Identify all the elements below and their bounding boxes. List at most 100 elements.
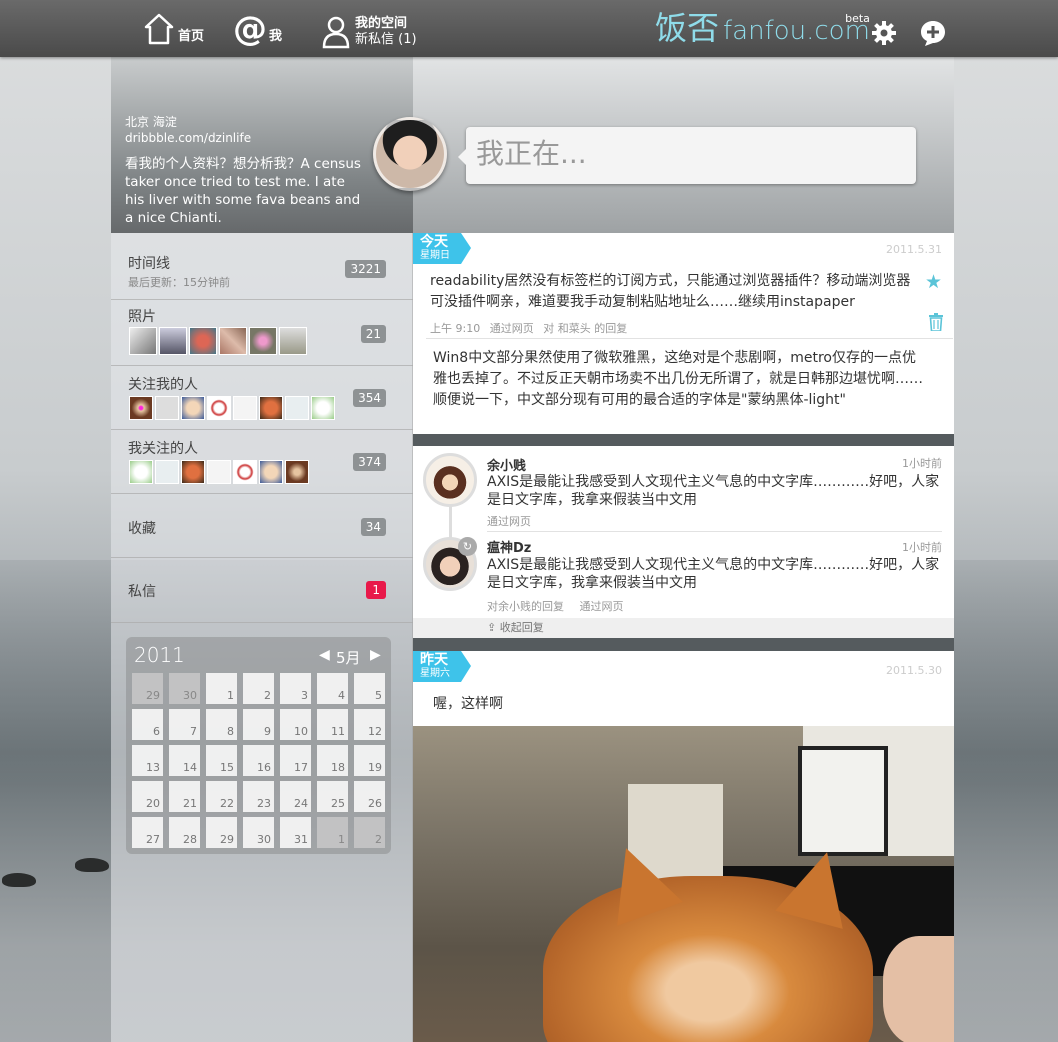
sidebar-item-photos[interactable]: 照片 21 (111, 300, 413, 366)
settings-gear-icon[interactable] (871, 20, 897, 46)
post-via[interactable]: 通过网页 (490, 322, 534, 335)
calendar-day[interactable]: 24 (280, 781, 311, 812)
calendar-prev-icon[interactable]: ◀ (319, 647, 330, 663)
duck-decoration (2, 873, 36, 887)
post-photo[interactable] (413, 726, 954, 1042)
reply-avatar[interactable] (423, 453, 477, 507)
calendar-day[interactable]: 31 (280, 817, 311, 848)
calendar-day[interactable]: 12 (354, 709, 385, 740)
calendar-day[interactable]: 23 (243, 781, 274, 812)
calendar-day[interactable]: 28 (169, 817, 200, 848)
post-time[interactable]: 上午 9:10 (430, 322, 480, 335)
status-input[interactable]: 我正在... (458, 127, 916, 184)
follower-avatar[interactable] (259, 396, 283, 420)
nav-home[interactable]: 首页 (143, 12, 204, 46)
reply-time: 1小时前 (902, 541, 942, 554)
sidebar-item-timeline[interactable]: 时间线 最后更新：15分钟前 3221 (111, 233, 413, 300)
calendar-day[interactable]: 26 (354, 781, 385, 812)
following-avatar[interactable] (207, 460, 231, 484)
follower-avatar[interactable] (181, 396, 205, 420)
following-avatar[interactable] (129, 460, 153, 484)
timeline-count-badge: 3221 (345, 260, 386, 278)
calendar-day[interactable]: 10 (280, 709, 311, 740)
calendar-day[interactable]: 2 (243, 673, 274, 704)
sidebar-item-favorites[interactable]: 收藏 34 (111, 494, 413, 558)
fanfou-logo[interactable]: 饭否 fanfou.com beta (655, 10, 870, 46)
calendar-day[interactable]: 8 (206, 709, 237, 740)
profile-url[interactable]: dribbble.com/dzinlife (125, 131, 251, 145)
calendar-day[interactable]: 2 (354, 817, 385, 848)
new-post-bubble-icon[interactable] (919, 19, 947, 47)
post-reply-to[interactable]: 对 和菜头 的回复 (543, 322, 627, 335)
calendar-widget: 2011 ◀ 5月 ▶ 29 30 1 2 3 4 5 6 7 8 9 10 11 12 13 14 15 16 1… (126, 637, 391, 854)
follower-avatar[interactable] (233, 396, 257, 420)
follower-avatar[interactable] (129, 396, 153, 420)
following-avatar[interactable] (259, 460, 283, 484)
calendar-day[interactable]: 15 (206, 745, 237, 776)
calendar-day[interactable]: 4 (317, 673, 348, 704)
reply-reply-to[interactable]: 对余小贱的回复 (487, 600, 564, 613)
calendar-day[interactable]: 22 (206, 781, 237, 812)
calendar-day[interactable]: 29 (206, 817, 237, 848)
collapse-label: 收起回复 (499, 621, 544, 634)
following-avatar[interactable] (155, 460, 179, 484)
calendar-day[interactable]: 30 (243, 817, 274, 848)
calendar-day[interactable]: 27 (132, 817, 163, 848)
calendar-day[interactable]: 14 (169, 745, 200, 776)
today-date: 2011.5.31 (886, 243, 942, 256)
calendar-day[interactable]: 6 (132, 709, 163, 740)
calendar-next-icon[interactable]: ▶ (370, 647, 381, 663)
trash-icon[interactable] (928, 313, 944, 335)
calendar-day[interactable]: 19 (354, 745, 385, 776)
logo-beta: beta (845, 12, 870, 25)
follower-avatar[interactable] (155, 396, 179, 420)
reply-author[interactable]: 瘟神Dz (487, 537, 531, 556)
photo-thumb[interactable] (279, 327, 307, 355)
nav-messages-label[interactable]: 新私信 (1) (355, 32, 417, 48)
post-text: readability居然没有标签栏的订阅方式，只能通过浏览器插件？移动端浏览器… (430, 273, 911, 310)
reply-thread-card: 余小贱 1小时前 AXIS是最能让我感受到人文现代主义气息的中文字库…………好吧… (413, 446, 954, 618)
photo-thumb[interactable] (219, 327, 247, 355)
following-avatar[interactable] (285, 460, 309, 484)
reply-author[interactable]: 余小贱 (487, 455, 526, 474)
reply-via[interactable]: 通过网页 (580, 600, 624, 613)
calendar-day[interactable]: 20 (132, 781, 163, 812)
nav-me[interactable]: @ 我 (233, 12, 282, 46)
calendar-day[interactable]: 7 (169, 709, 200, 740)
follower-avatar[interactable] (207, 396, 231, 420)
calendar-day[interactable]: 1 (317, 817, 348, 848)
reply-via[interactable]: 通过网页 (487, 513, 531, 529)
follower-avatar[interactable] (311, 396, 335, 420)
sidebar-item-following[interactable]: 我关注的人 374 (111, 430, 413, 494)
calendar-day[interactable]: 30 (169, 673, 200, 704)
calendar-day[interactable]: 21 (169, 781, 200, 812)
photo-thumb[interactable] (129, 327, 157, 355)
sidebar-item-followers[interactable]: 关注我的人 354 (111, 366, 413, 430)
calendar-day[interactable]: 3 (280, 673, 311, 704)
date-badge-today: 今天 星期日 (413, 233, 471, 264)
calendar-day[interactable]: 16 (243, 745, 274, 776)
calendar-day[interactable]: 17 (280, 745, 311, 776)
user-avatar[interactable] (373, 117, 447, 191)
photo-thumb[interactable] (189, 327, 217, 355)
calendar-day[interactable]: 18 (317, 745, 348, 776)
photo-thumb[interactable] (249, 327, 277, 355)
calendar-day[interactable]: 9 (243, 709, 274, 740)
following-avatar[interactable] (181, 460, 205, 484)
calendar-day[interactable]: 13 (132, 745, 163, 776)
calendar-day[interactable]: 11 (317, 709, 348, 740)
nav-my-space[interactable]: 我的空间 新私信 (1) (321, 15, 417, 49)
photo-thumb[interactable] (159, 327, 187, 355)
follower-avatar[interactable] (285, 396, 309, 420)
calendar-day[interactable]: 1 (206, 673, 237, 704)
calendar-day[interactable]: 25 (317, 781, 348, 812)
photos-label: 照片 (128, 309, 156, 325)
star-icon[interactable]: ★ (925, 271, 942, 293)
following-avatars (129, 460, 309, 484)
following-avatar[interactable] (233, 460, 257, 484)
sidebar-item-messages[interactable]: 私信 1 (111, 558, 413, 623)
profile-bio: 看我的个人资料？想分析我？A census taker once tried t… (125, 156, 361, 226)
calendar-day[interactable]: 29 (132, 673, 163, 704)
calendar-day[interactable]: 5 (354, 673, 385, 704)
collapse-replies-button[interactable]: ⇪ 收起回复 (413, 618, 954, 638)
